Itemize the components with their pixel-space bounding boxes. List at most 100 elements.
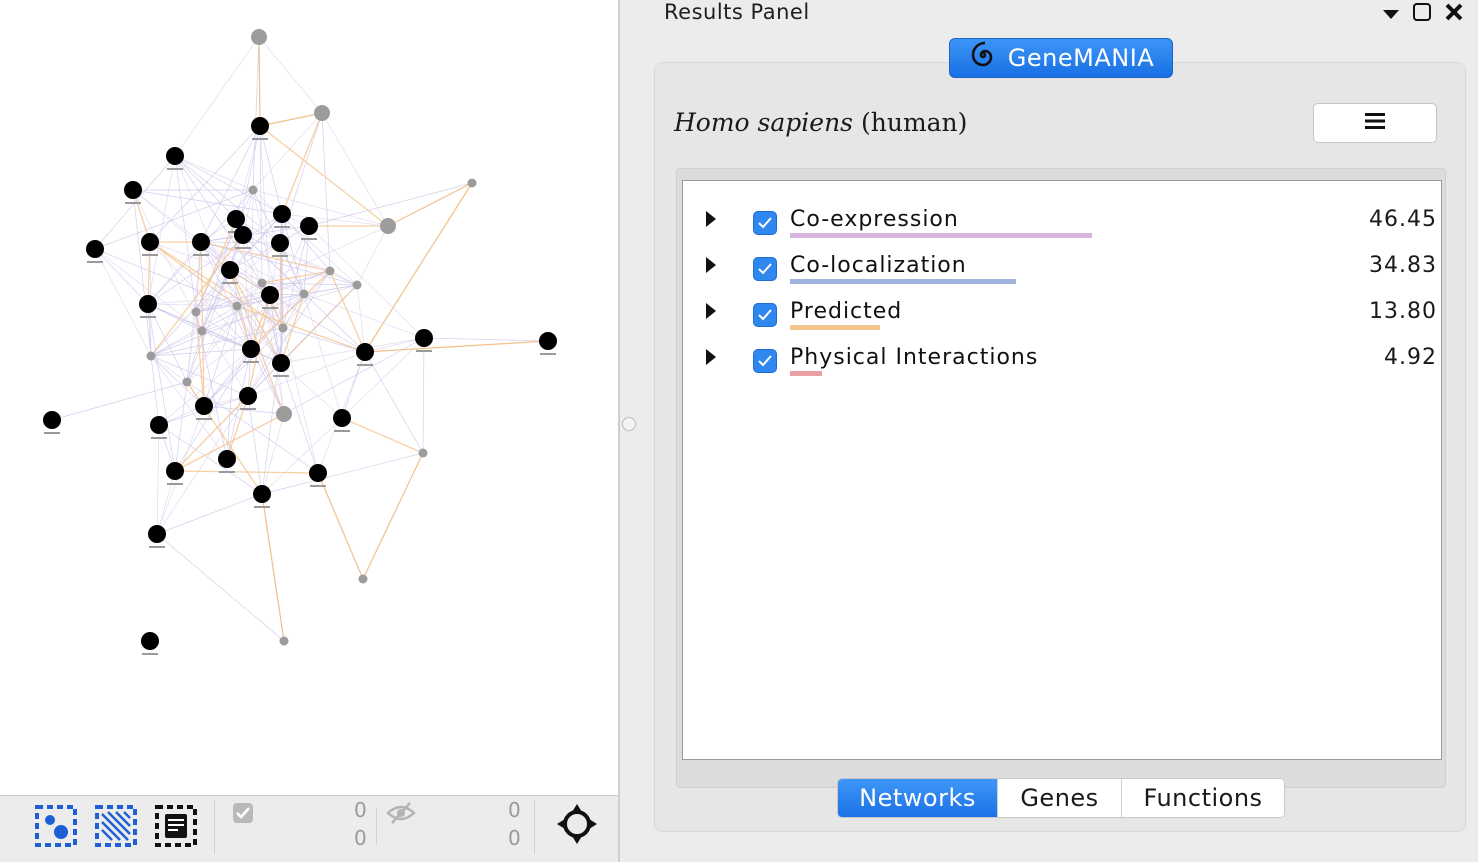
tab-functions[interactable]: Functions <box>1122 779 1284 817</box>
organism-common-name: (human) <box>860 108 968 137</box>
query-gene-node[interactable] <box>539 332 557 350</box>
node-label-mark <box>235 247 251 249</box>
network-nodes[interactable] <box>43 29 557 655</box>
network-row-co-localization[interactable]: Co-localization 34.83 <box>683 239 1441 284</box>
float-window-icon[interactable] <box>1412 2 1432 26</box>
pane-divider[interactable] <box>618 0 620 862</box>
query-gene-node[interactable] <box>166 462 184 480</box>
gene-node[interactable] <box>380 218 396 234</box>
node-label-mark <box>167 483 183 485</box>
network-weight-value: 34.83 <box>1369 253 1437 278</box>
toolbar-separator <box>376 808 377 844</box>
query-gene-node[interactable] <box>141 233 159 251</box>
node-label-mark <box>254 506 270 508</box>
gene-node[interactable] <box>257 278 267 288</box>
gene-node[interactable] <box>248 185 258 195</box>
gene-node[interactable] <box>276 406 292 422</box>
query-gene-node[interactable] <box>415 329 433 347</box>
query-gene-node[interactable] <box>271 234 289 252</box>
fit-view-crosshair-icon[interactable] <box>555 802 599 846</box>
query-gene-node[interactable] <box>227 210 245 228</box>
network-weight-value: 4.92 <box>1384 345 1437 370</box>
gene-node[interactable] <box>232 301 242 311</box>
gene-node[interactable] <box>197 326 207 336</box>
select-nodes-icon[interactable] <box>34 804 78 848</box>
network-checkbox[interactable] <box>753 211 777 235</box>
panel-controls <box>1382 2 1464 26</box>
gene-node[interactable] <box>182 377 192 387</box>
query-gene-node[interactable] <box>261 286 279 304</box>
tab-networks[interactable]: Networks <box>838 779 998 817</box>
gene-node[interactable] <box>278 323 288 333</box>
network-graph[interactable] <box>0 0 618 795</box>
query-gene-node[interactable] <box>192 233 210 251</box>
query-gene-node[interactable] <box>124 181 142 199</box>
select-edges-icon[interactable] <box>94 804 138 848</box>
network-toolbar: 0 0 0 0 <box>0 795 618 862</box>
query-gene-node[interactable] <box>148 525 166 543</box>
networks-list[interactable]: Co-expression 46.45 Co-localization 34.8… <box>682 180 1442 760</box>
dropdown-arrow-icon[interactable] <box>1382 5 1400 24</box>
query-gene-node[interactable] <box>43 411 61 429</box>
query-gene-node[interactable] <box>234 226 252 244</box>
gene-node[interactable] <box>325 266 335 276</box>
divider-handle[interactable] <box>622 417 636 431</box>
query-gene-node[interactable] <box>300 217 318 235</box>
query-gene-node[interactable] <box>239 387 257 405</box>
query-gene-node[interactable] <box>251 117 269 135</box>
node-label-mark <box>219 471 235 473</box>
network-edges <box>51 36 549 642</box>
query-gene-node[interactable] <box>253 485 271 503</box>
node-label-mark <box>142 653 158 655</box>
network-checkbox[interactable] <box>753 349 777 373</box>
query-gene-node[interactable] <box>273 205 291 223</box>
query-gene-node[interactable] <box>272 354 290 372</box>
network-checkbox[interactable] <box>753 257 777 281</box>
network-row-predicted[interactable]: Predicted 13.80 <box>683 285 1441 330</box>
query-gene-node[interactable] <box>166 147 184 165</box>
query-gene-node[interactable] <box>333 409 351 427</box>
hidden-nodes-count: 0 <box>508 798 521 822</box>
network-weight-bar <box>790 371 822 376</box>
gene-node[interactable] <box>299 289 309 299</box>
query-gene-node[interactable] <box>195 397 213 415</box>
node-label-mark <box>240 408 256 410</box>
network-row-physical-interactions[interactable]: Physical Interactions 4.92 <box>683 331 1441 376</box>
tab-genes[interactable]: Genes <box>998 779 1122 817</box>
organism-scientific-name: Homo sapiens <box>674 108 854 137</box>
gene-node[interactable] <box>146 351 156 361</box>
query-gene-node[interactable] <box>218 450 236 468</box>
gene-node[interactable] <box>467 178 477 188</box>
expand-triangle-icon[interactable] <box>705 256 717 278</box>
gene-node[interactable] <box>352 280 362 290</box>
gene-node[interactable] <box>251 29 267 45</box>
query-gene-node[interactable] <box>309 464 327 482</box>
network-row-co-expression[interactable]: Co-expression 46.45 <box>683 193 1441 238</box>
gene-node[interactable] <box>279 636 289 646</box>
gene-node[interactable] <box>191 307 201 317</box>
query-gene-node[interactable] <box>141 632 159 650</box>
query-gene-node[interactable] <box>150 416 168 434</box>
hide-eye-icon <box>386 800 416 830</box>
gene-node[interactable] <box>358 574 368 584</box>
node-label-mark <box>252 138 268 140</box>
gene-node[interactable] <box>314 105 330 121</box>
genemania-badge[interactable]: GeneMANIA <box>949 38 1173 78</box>
query-gene-node[interactable] <box>221 261 239 279</box>
query-gene-node[interactable] <box>356 343 374 361</box>
query-gene-node[interactable] <box>139 295 157 313</box>
expand-triangle-icon[interactable] <box>705 348 717 370</box>
close-icon[interactable] <box>1444 2 1464 26</box>
query-gene-node[interactable] <box>86 240 104 258</box>
genemania-spiral-icon <box>968 40 998 76</box>
query-gene-node[interactable] <box>242 340 260 358</box>
expand-triangle-icon[interactable] <box>705 210 717 232</box>
network-checkbox[interactable] <box>753 303 777 327</box>
select-annotations-icon[interactable] <box>154 804 198 848</box>
expand-triangle-icon[interactable] <box>705 302 717 324</box>
node-label-mark <box>125 202 141 204</box>
toolbar-separator <box>214 800 215 854</box>
options-menu-button[interactable] <box>1313 103 1437 143</box>
network-canvas[interactable] <box>0 0 618 795</box>
gene-node[interactable] <box>418 448 428 458</box>
